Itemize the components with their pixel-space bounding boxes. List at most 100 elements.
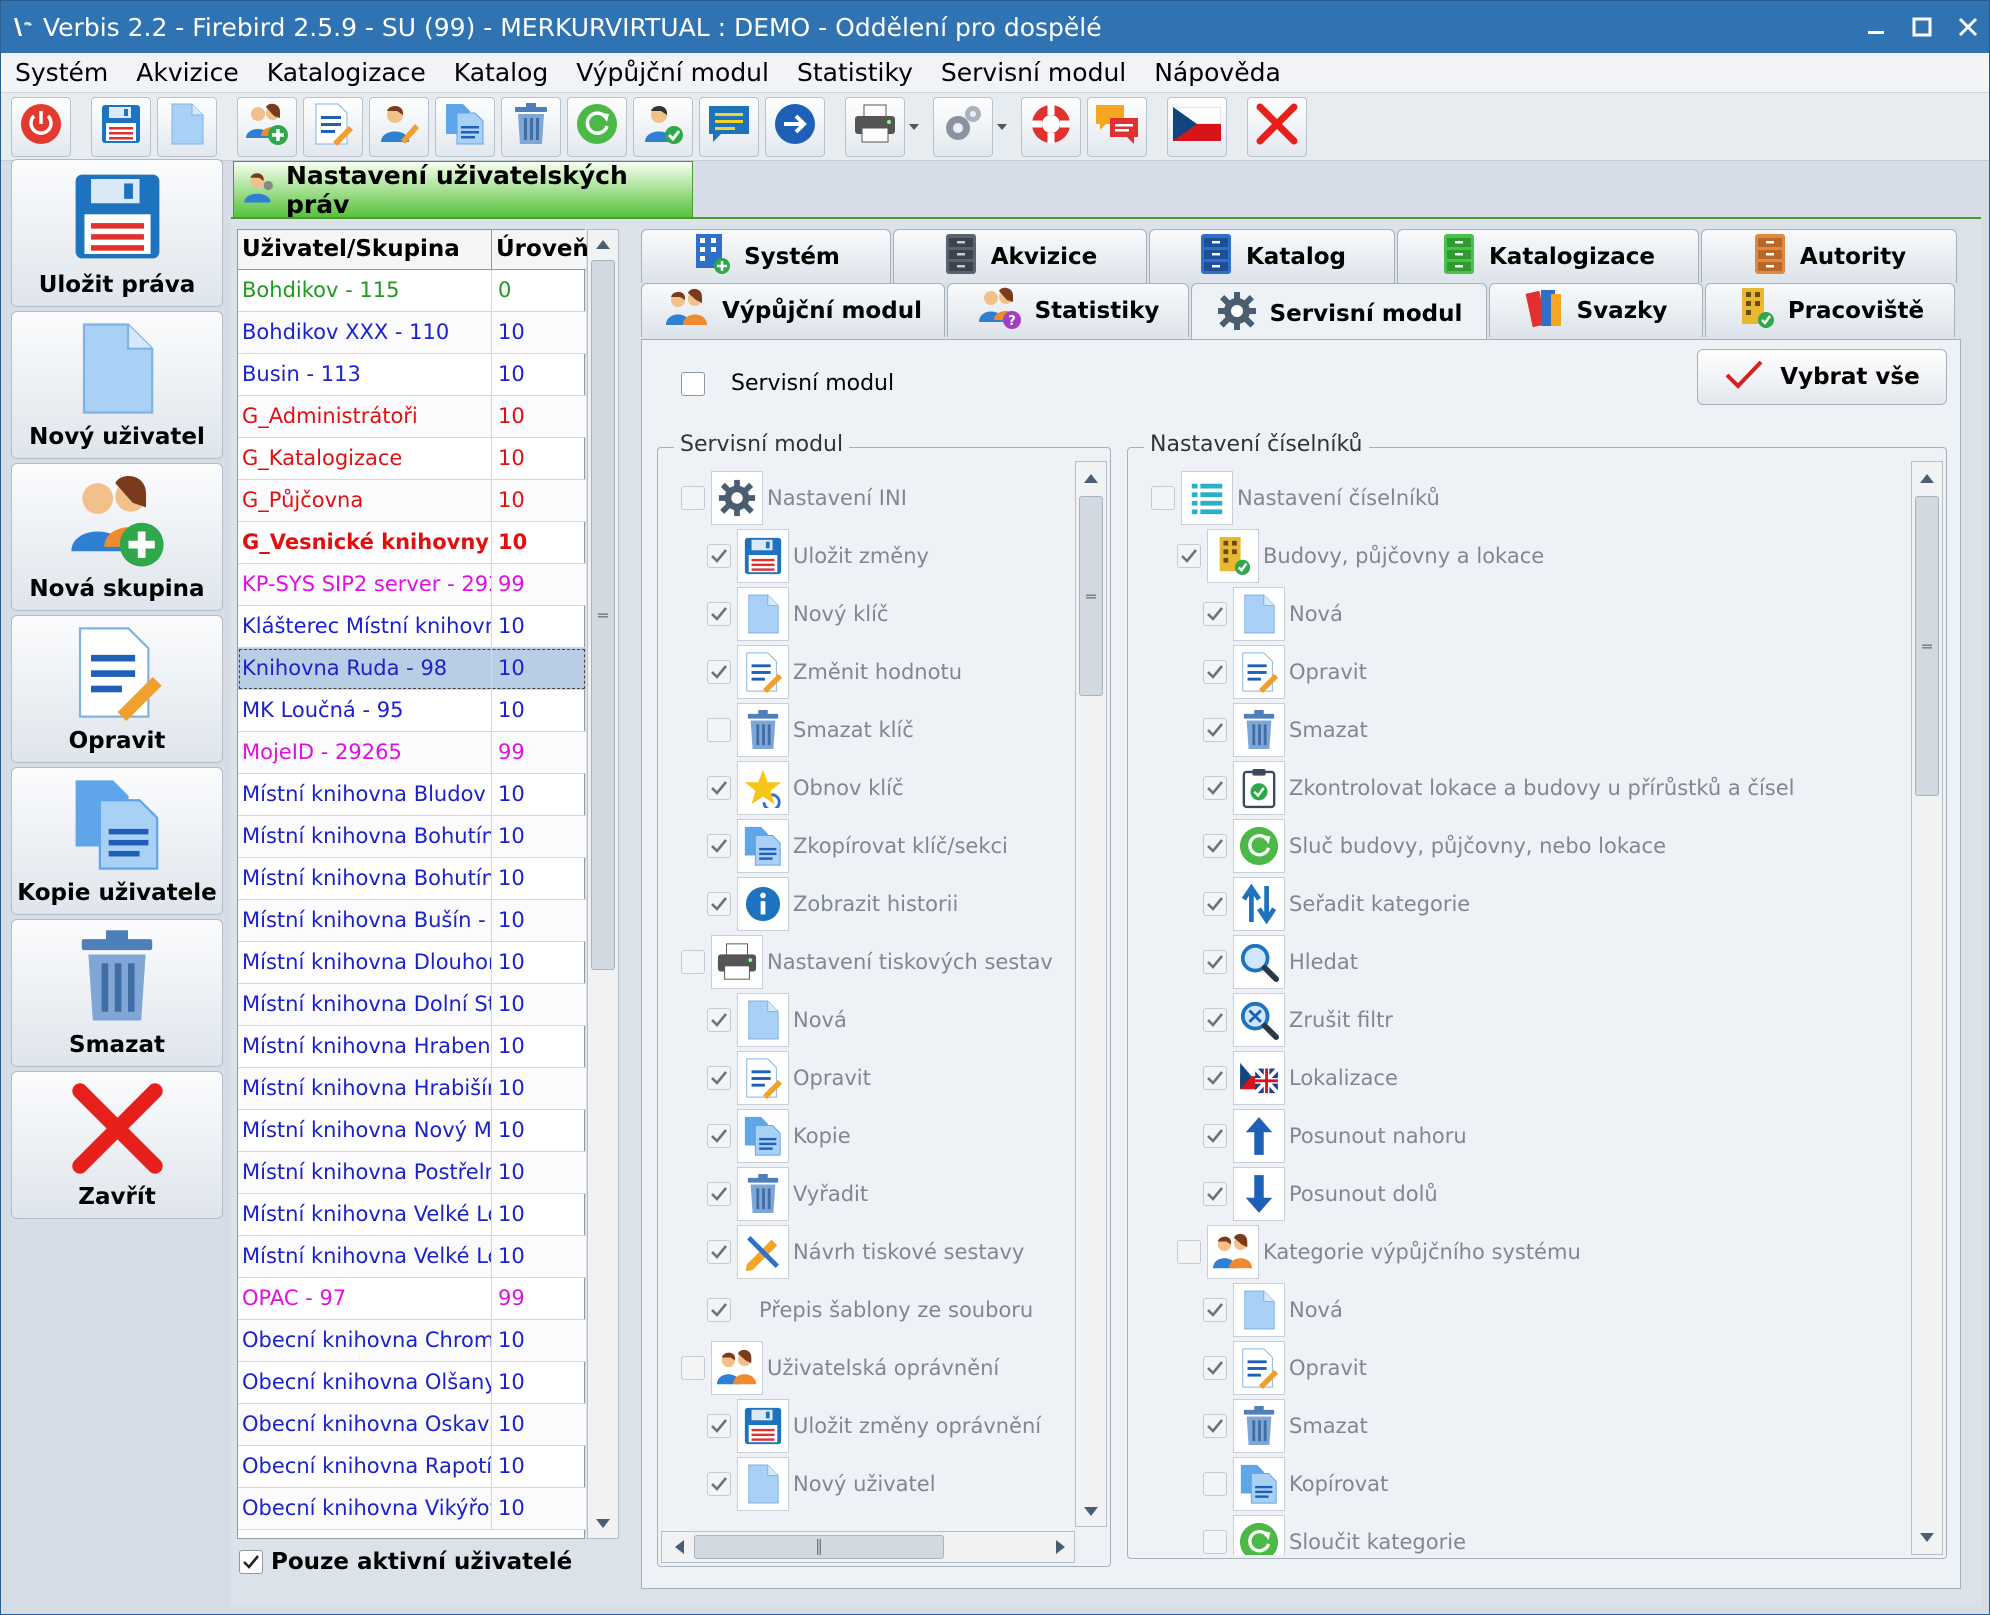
left-button-6[interactable]: Zavřít [11,1071,223,1219]
left-button-0[interactable]: Uložit práva [11,159,223,307]
checkbox[interactable] [1177,1240,1201,1264]
checkbox[interactable] [681,371,705,396]
table-row[interactable]: Místní knihovna Bohutín -10 [238,816,586,858]
tree-node[interactable]: Změnit hodnotu [707,643,962,701]
tree-node[interactable]: Budovy, půjčovny a lokace [1177,527,1544,585]
scroll-up-icon[interactable] [588,230,618,258]
tree-right-scrollbar[interactable]: ═ [1911,461,1943,1555]
left-button-5[interactable]: Smazat [11,919,223,1067]
left-button-2[interactable]: Nová skupina [11,463,223,611]
toolbar-user-ok-button[interactable] [633,96,693,157]
toolbar-edit-button[interactable] [303,96,363,157]
checkbox[interactable] [707,544,731,568]
scroll-thumb[interactable]: ═ [591,260,615,970]
tab-systém[interactable]: Systém [641,229,891,283]
checkbox[interactable] [707,834,731,858]
table-row[interactable]: Místní knihovna Dlouhomil10 [238,942,586,984]
table-row[interactable]: G_Vesnické knihovny 10 [238,522,586,564]
tab-autority[interactable]: Autority [1701,229,1957,283]
tree-node[interactable]: Uživatelská oprávnění [681,1339,999,1397]
tab-katalogizace[interactable]: Katalogizace [1397,229,1699,283]
left-button-4[interactable]: Kopie uživatele [11,767,223,915]
table-row[interactable]: Místní knihovna Dolní Stuc10 [238,984,586,1026]
toolbar-arrow-right-button[interactable] [765,96,825,157]
menu-item-7[interactable]: Nápověda [1154,58,1281,87]
checkbox[interactable] [1203,1356,1227,1380]
table-row[interactable]: Místní knihovna Velké Losi 10 [238,1194,586,1236]
table-row[interactable]: Obecní knihovna Vikýřovic 10 [238,1488,586,1530]
tree-node[interactable]: Sluč budovy, půjčovny, nebo lokace [1203,817,1666,875]
column-header-level[interactable]: Úroveň [492,230,589,269]
checkbox[interactable] [707,892,731,916]
tree-node[interactable]: Sloučit kategorie [1203,1513,1466,1555]
tree-node[interactable]: Kopie [707,1107,851,1165]
tree-node[interactable]: Opravit [1203,643,1367,701]
tree-node[interactable]: Seřadit kategorie [1203,875,1470,933]
tab-výpůjční-modul[interactable]: Výpůjční modul [641,283,945,337]
tree-node[interactable]: Zrušit filtr [1203,991,1393,1049]
scroll-down-icon[interactable] [1076,1498,1106,1526]
checkbox[interactable] [681,950,705,974]
menu-item-6[interactable]: Servisní modul [941,58,1126,87]
tree-node[interactable]: Nová [707,991,847,1049]
left-button-3[interactable]: Opravit [11,615,223,763]
tab-statistiky[interactable]: ? Statistiky [947,283,1189,337]
checkbox[interactable] [707,1066,731,1090]
toolbar-user-edit-button[interactable] [369,96,429,157]
toolbar-trash-button[interactable] [501,96,561,157]
chevron-down-icon[interactable] [905,97,923,157]
checkbox[interactable] [1203,718,1227,742]
toolbar-printer-button[interactable] [845,96,905,157]
table-row[interactable]: Bohdikov XXX - 110 10 [238,312,586,354]
toolbar-copy-button[interactable] [435,96,495,157]
checkbox[interactable] [1203,660,1227,684]
toolbar-gears-button[interactable] [933,96,993,157]
user-list-scrollbar[interactable]: ═ [587,229,619,1539]
menu-item-2[interactable]: Katalogizace [267,58,426,87]
tree-node[interactable]: Návrh tiskové sestavy [707,1223,1024,1281]
toolbar-lifebuoy-button[interactable] [1021,96,1081,157]
checkbox[interactable] [1203,1530,1227,1554]
checkbox[interactable] [707,1240,731,1264]
table-row[interactable]: Místní knihovna Hrabišín -10 [238,1068,586,1110]
table-row[interactable]: Místní knihovna Bludov - 510 [238,774,586,816]
scroll-up-icon[interactable] [1076,464,1106,492]
tree-node[interactable]: Nová [1203,1281,1343,1339]
checkbox[interactable] [707,602,731,626]
user-list[interactable]: Uživatel/Skupina Úroveň Bohdikov - 115 0 B… [237,229,589,1539]
table-row[interactable]: Busin - 113 10 [238,354,586,396]
column-header-user[interactable]: Uživatel/Skupina [238,230,492,269]
table-row[interactable]: Obecní knihovna Olšany -10 [238,1362,586,1404]
checkbox[interactable] [681,1356,705,1380]
tab-servisní-modul[interactable]: Servisní modul [1191,283,1487,343]
page-tab-user-rights[interactable]: Nastavení uživatelských práv [233,161,693,219]
scroll-thumb[interactable]: ═ [1079,496,1103,696]
toolbar-chat-button[interactable] [1087,96,1147,157]
table-row[interactable]: Obecní knihovna Chromeč 10 [238,1320,586,1362]
tab-pracoviště[interactable]: Pracoviště [1705,283,1955,337]
tree-node[interactable]: Smazat [1203,701,1368,759]
tree-node[interactable]: Posunout dolů [1203,1165,1438,1223]
tree-node[interactable]: Hledat [1203,933,1358,991]
tree-node[interactable]: Uložit změny oprávnění [707,1397,1041,1455]
tree-node[interactable]: Zobrazit historii [707,875,958,933]
checkbox[interactable] [1203,1414,1227,1438]
menu-item-3[interactable]: Katalog [454,58,549,87]
checkbox[interactable] [1203,1124,1227,1148]
left-button-1[interactable]: Nový uživatel [11,311,223,459]
tree-node[interactable]: Lokalizace [1203,1049,1398,1107]
table-row[interactable]: KP-SYS SIP2 server - 292 99 [238,564,586,606]
tree-left-hscrollbar[interactable]: ‖ [661,1531,1075,1563]
table-row[interactable]: Bohdikov - 115 0 [238,270,586,312]
checkbox[interactable] [707,1124,731,1148]
tree-node[interactable]: Kopírovat [1203,1455,1388,1513]
tree-node[interactable]: Uložit změny [707,527,929,585]
close-icon[interactable] [1945,7,1989,47]
tree-node[interactable]: Vyřadit [707,1165,868,1223]
tree-node[interactable]: Nastavení tiskových sestav [681,933,1053,991]
tree-node[interactable]: Posunout nahoru [1203,1107,1467,1165]
checkbox[interactable] [707,718,731,742]
checkbox[interactable] [707,1472,731,1496]
tab-katalog[interactable]: Katalog [1149,229,1395,283]
checkbox[interactable] [1203,1008,1227,1032]
